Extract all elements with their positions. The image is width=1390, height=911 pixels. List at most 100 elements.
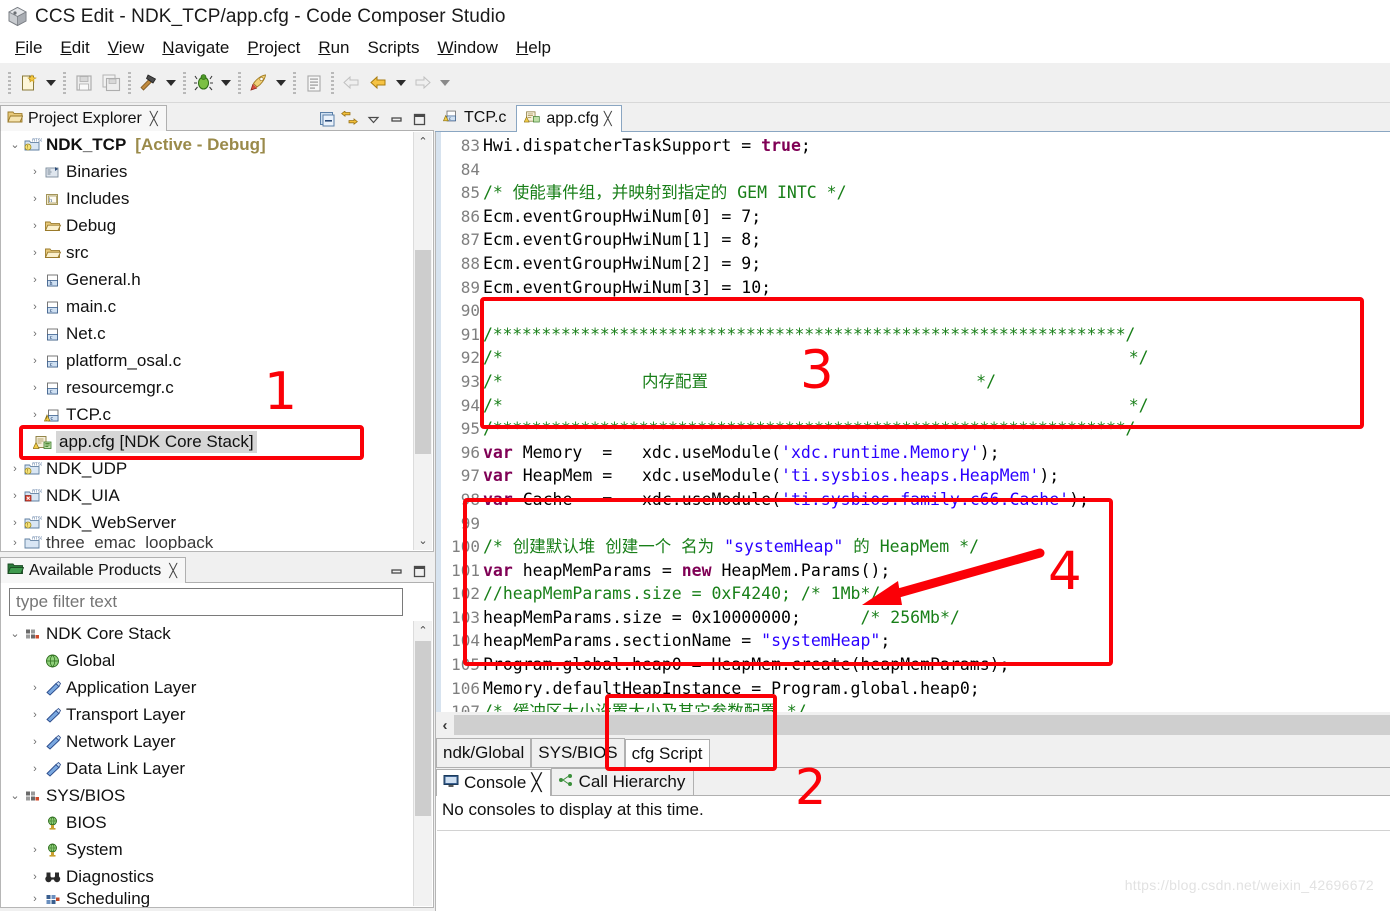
chevron-down-icon[interactable]: ⌄ [7, 138, 23, 151]
tree-row-tcp-c[interactable]: › c ! TCP.c [1, 401, 433, 428]
menu-scripts[interactable]: Scripts [359, 36, 429, 60]
code-line[interactable]: 101 var heapMemParams = new HeapMem.Param… [441, 559, 1390, 583]
chevron-right-icon[interactable]: › [7, 490, 23, 502]
chevron-right-icon[interactable]: › [7, 517, 23, 529]
ap-row-network-layer[interactable]: › Network Layer [1, 728, 433, 755]
link-with-editor-icon[interactable] [341, 110, 359, 128]
editor-horizontal-scroll-row[interactable]: ‹ [435, 712, 1390, 738]
code-line[interactable]: 86 Ecm.eventGroupHwiNum[0] = 7; [441, 205, 1390, 229]
tab-console[interactable]: Console ╳ [436, 769, 551, 796]
run-rocket-icon[interactable] [245, 70, 272, 96]
code-line[interactable]: 107/* 缓冲区大小设置大小及其它参数配置 */ [441, 700, 1390, 712]
code-line[interactable]: 93/* 内存配置 */ [441, 370, 1390, 394]
debug-dropdown-icon[interactable] [217, 70, 234, 96]
code-line[interactable]: 85/* 使能事件组，并映射到指定的 GEM INTC */ [441, 181, 1390, 205]
code-line[interactable]: 95/*************************************… [441, 417, 1390, 441]
editor-hscrollbar-track[interactable] [454, 715, 1390, 735]
view-menu-icon[interactable] [364, 110, 382, 128]
chevron-right-icon[interactable]: › [27, 355, 43, 367]
chevron-right-icon[interactable]: › [27, 682, 43, 694]
chevron-right-icon[interactable]: › [27, 736, 43, 748]
tree-row-ndk-uia[interactable]: › RTSC NDK_UIA [1, 482, 433, 509]
filter-input[interactable] [9, 588, 403, 616]
tree-row-src[interactable]: › src [1, 239, 433, 266]
maximize-icon[interactable] [410, 110, 428, 128]
run-dropdown-icon[interactable] [272, 70, 289, 96]
chevron-right-icon[interactable]: › [27, 763, 43, 775]
available-products-tree[interactable]: ⌄ NDK Core Stack Global › Application La… [0, 620, 434, 908]
tree-row-binaries[interactable]: › Binaries [1, 158, 433, 185]
chevron-down-icon[interactable]: ⌄ [7, 627, 23, 640]
tab-project-explorer[interactable]: Project Explorer ╳ [0, 105, 167, 131]
tree-row-resourcemgr-c[interactable]: › c resourcemgr.c [1, 374, 433, 401]
menu-navigate[interactable]: Navigate [153, 36, 238, 60]
editor-tab-app-cfg[interactable]: app.cfg ╳ [516, 105, 622, 132]
chevron-right-icon[interactable]: › [27, 166, 43, 178]
chevron-right-icon[interactable]: › [27, 871, 43, 883]
properties-icon[interactable] [300, 70, 327, 96]
tree-row-net-c[interactable]: › c Net.c [1, 320, 433, 347]
cfg-tab-ndk-global[interactable]: ndk/Global [436, 738, 532, 767]
ap-row-ndk-core-stack[interactable]: ⌄ NDK Core Stack [1, 620, 433, 647]
close-icon[interactable]: ╳ [169, 563, 177, 579]
back-arrow-dim-icon[interactable] [338, 70, 365, 96]
tree-row-ndk-tcp[interactable]: ⌄ RTSC ! NDK_TCP [Active - Debug] [1, 131, 433, 158]
new-file-icon[interactable] [15, 70, 42, 96]
ap-row-bios[interactable]: BIOS [1, 809, 433, 836]
menu-view[interactable]: View [99, 36, 154, 60]
scroll-up-icon[interactable]: ⌃ [414, 132, 432, 151]
code-editor[interactable]: 83 Hwi.dispatcherTaskSupport = true; 84 85/… [435, 132, 1390, 712]
tree-row-ndk-udp[interactable]: › RTSC ! NDK_UDP [1, 455, 433, 482]
code-line[interactable]: 106 Memory.defaultHeapInstance = Program.… [441, 677, 1390, 701]
code-line[interactable]: 83 Hwi.dispatcherTaskSupport = true; [441, 134, 1390, 158]
scroll-left-icon[interactable]: ‹ [436, 712, 454, 738]
code-line[interactable]: 99 [441, 512, 1390, 536]
code-line[interactable]: 94/* */ [441, 394, 1390, 418]
close-icon[interactable]: ╳ [150, 111, 158, 127]
code-line[interactable]: 92/* */ [441, 346, 1390, 370]
project-tree-scrollbar[interactable]: ⌃ ⌄ [413, 132, 432, 550]
code-line[interactable]: 84 [441, 158, 1390, 182]
chevron-right-icon[interactable]: › [27, 709, 43, 721]
ap-row-global[interactable]: Global [1, 647, 433, 674]
code-line[interactable]: 87 Ecm.eventGroupHwiNum[1] = 8; [441, 228, 1390, 252]
scroll-up-icon[interactable]: ⌃ [414, 621, 432, 640]
tree-row-clipped[interactable]: › RTSC three_emac_loopback [1, 536, 433, 550]
ap-row-transport-layer[interactable]: › Transport Layer [1, 701, 433, 728]
code-line[interactable]: 105 Program.global.heap0 = HeapMem.create… [441, 653, 1390, 677]
code-line-container[interactable]: 83 Hwi.dispatcherTaskSupport = true; 84 85/… [441, 134, 1390, 712]
save-all-icon[interactable] [97, 70, 124, 96]
maximize-icon[interactable] [410, 562, 428, 580]
forward-arrow-icon[interactable] [409, 70, 436, 96]
scrollbar-thumb[interactable] [415, 250, 431, 454]
code-line[interactable]: 104 heapMemParams.sectionName = "systemHe… [441, 629, 1390, 653]
ap-row-sys-bios[interactable]: ⌄ SYS/BIOS [1, 782, 433, 809]
menu-edit[interactable]: Edit [51, 36, 98, 60]
cfg-tab-cfg-script[interactable]: cfg Script [624, 739, 710, 768]
chevron-right-icon[interactable]: › [7, 463, 23, 475]
ap-row-diagnostics[interactable]: › Diagnostics [1, 863, 433, 890]
chevron-right-icon[interactable]: › [27, 301, 43, 313]
menu-project[interactable]: Project [238, 36, 309, 60]
tree-row-app-cfg[interactable]: app.cfg [NDK Core Stack] [1, 428, 433, 455]
chevron-right-icon[interactable]: › [27, 844, 43, 856]
console-output[interactable]: No consoles to display at this time. [435, 796, 1390, 911]
code-line[interactable]: 96 var Memory = xdc.useModule('xdc.runtim… [441, 441, 1390, 465]
tree-row-includes[interactable]: › h Includes [1, 185, 433, 212]
back-dropdown-icon[interactable] [392, 70, 409, 96]
tree-row-debug[interactable]: › Debug [1, 212, 433, 239]
ap-row-scheduling[interactable]: › Scheduling [1, 890, 433, 907]
chevron-right-icon[interactable]: › [27, 328, 43, 340]
tab-call-hierarchy[interactable]: Call Hierarchy [550, 768, 695, 795]
chevron-down-icon[interactable]: ⌄ [7, 789, 23, 802]
chevron-right-icon[interactable]: › [7, 537, 23, 549]
tree-row-ndk-webserver[interactable]: › RTSC ! NDK_WebServer [1, 509, 433, 536]
menu-window[interactable]: Window [428, 36, 506, 60]
chevron-right-icon[interactable]: › [27, 893, 43, 905]
menu-file[interactable]: File [6, 36, 51, 60]
tree-row-general-h[interactable]: › h General.h [1, 266, 433, 293]
debug-bug-icon[interactable] [190, 70, 217, 96]
back-arrow-icon[interactable] [365, 70, 392, 96]
code-line[interactable]: 91/*************************************… [441, 323, 1390, 347]
new-file-dropdown-icon[interactable] [42, 70, 59, 96]
